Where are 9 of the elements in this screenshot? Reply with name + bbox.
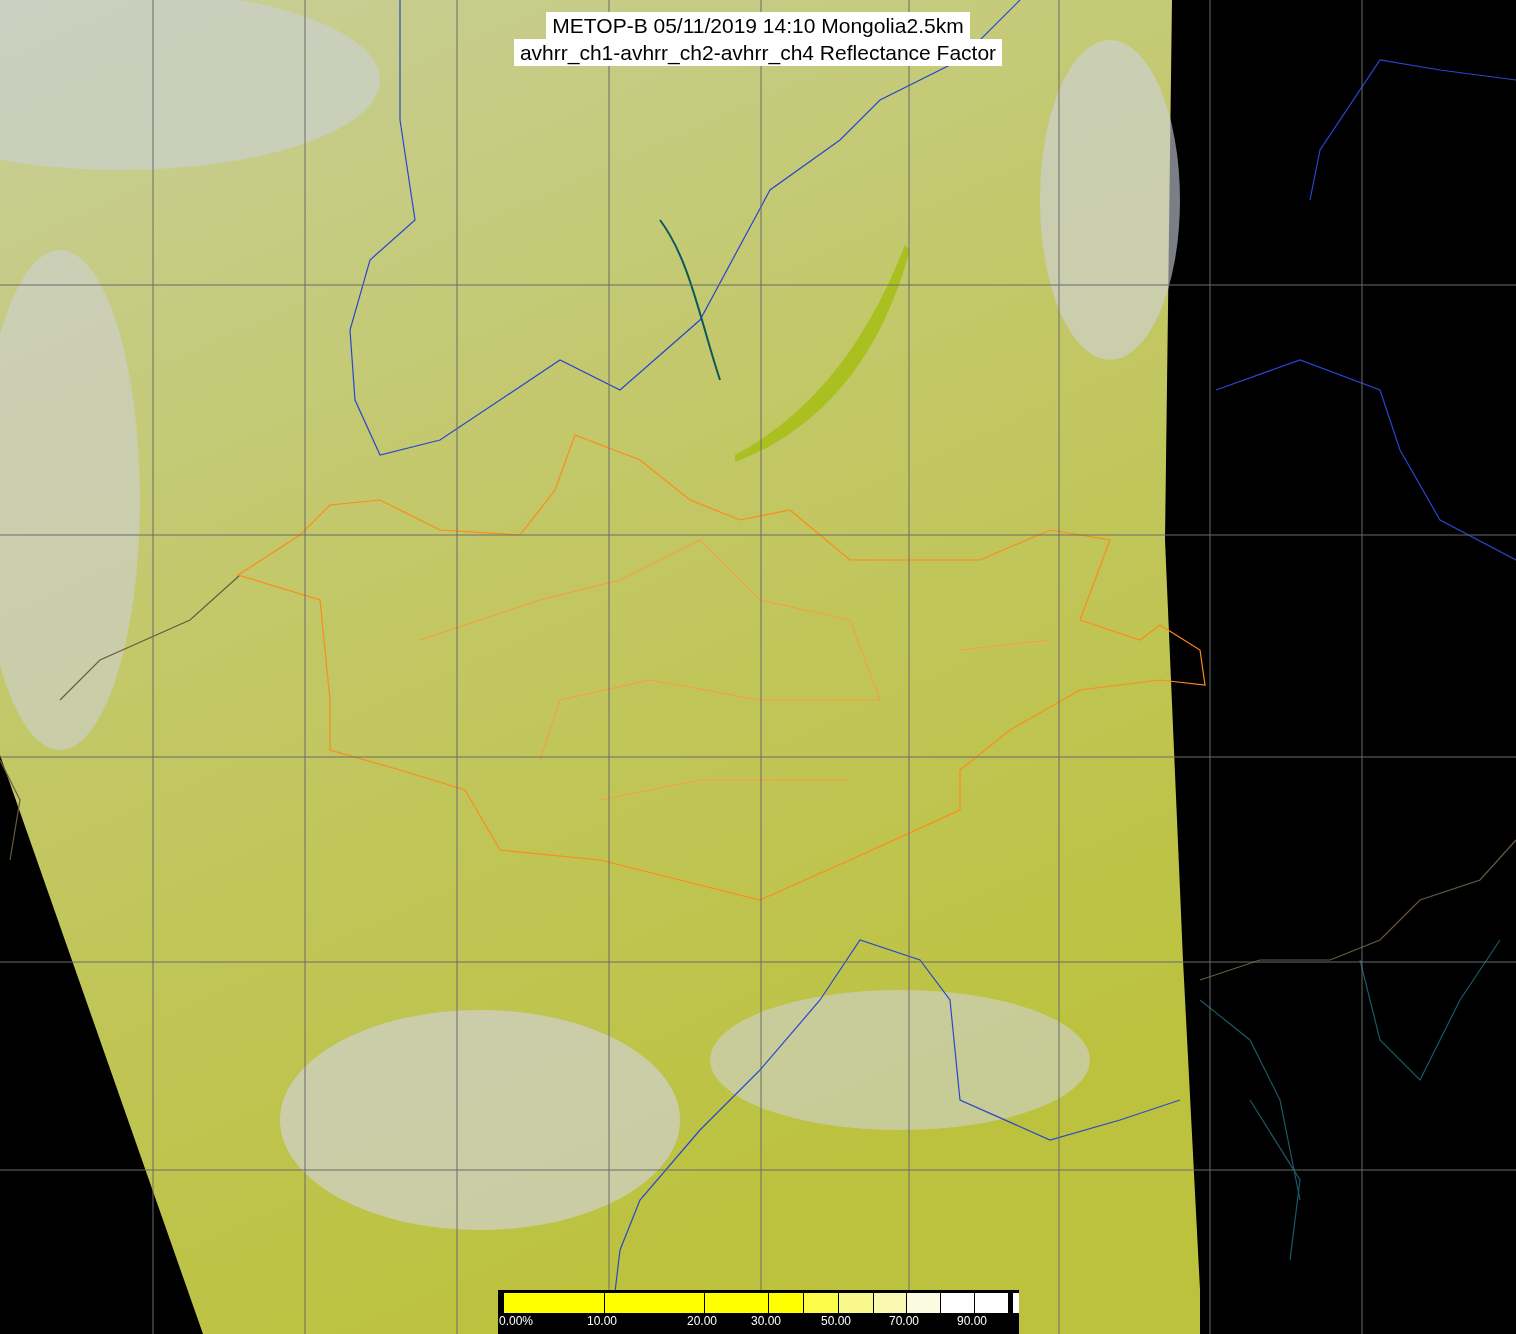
scale-tick-label: 10.00 xyxy=(587,1314,618,1328)
scale-tick-label: 90.00 xyxy=(957,1314,988,1328)
map-title: avhrr_ch1-avhrr_ch2-avhrr_ch4 Reflectance Factor xyxy=(513,39,1003,66)
scale-tick-label: 30.00 xyxy=(751,1314,782,1328)
scale-tick-label: 70.00 xyxy=(889,1314,920,1328)
map-title: METOP-B 05/11/2019 14:10 Mongolia2.5km xyxy=(546,12,970,39)
scale-tick-label: 20.00 xyxy=(687,1314,718,1328)
scale-tick-label: 0.00% xyxy=(499,1314,534,1328)
scale-tick-label: 50.00 xyxy=(821,1314,852,1328)
